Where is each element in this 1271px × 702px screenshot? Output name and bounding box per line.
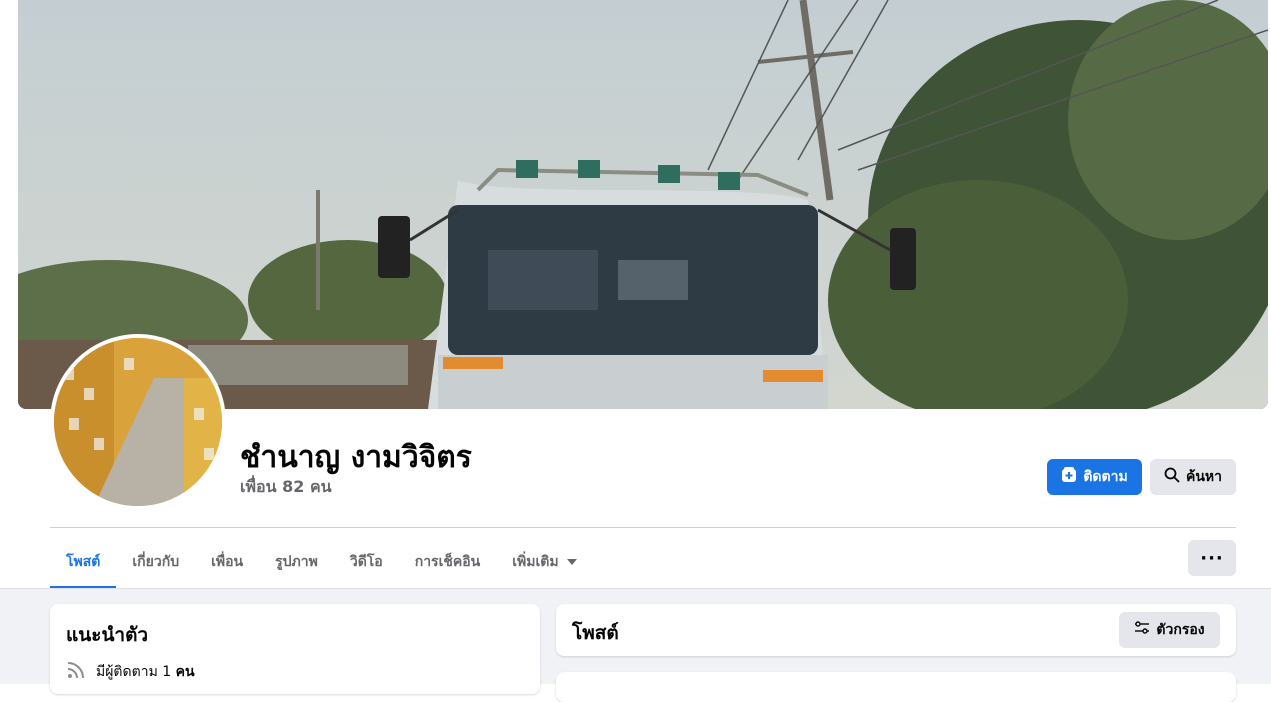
profile-tabs: โพสต์ เกี่ยวกับ เพื่อน รูปภาพ วิดีโอ การ… [50, 536, 593, 589]
more-options-button[interactable]: ··· [1188, 540, 1236, 576]
profile-avatar[interactable] [50, 334, 226, 510]
tab-checkins[interactable]: การเช็คอิน [399, 536, 497, 588]
posts-title: โพสต์ [572, 622, 619, 644]
followers-suffix: คน [175, 664, 195, 680]
tab-photos[interactable]: รูปภาพ [259, 536, 334, 588]
follow-add-icon [1061, 467, 1077, 487]
search-button[interactable]: ค้นหา [1150, 459, 1236, 495]
followers-row: มีผู้ติดตาม 1 คน [66, 660, 195, 684]
tab-label: เพื่อน [211, 554, 244, 570]
header-divider [50, 527, 1236, 528]
filter-button[interactable]: ตัวกรอง [1119, 612, 1220, 648]
caret-down-icon [566, 559, 577, 565]
filter-button-label: ตัวกรอง [1156, 622, 1205, 638]
intro-card: แนะนำตัว มีผู้ติดตาม 1 คน [50, 604, 540, 694]
post-card [556, 672, 1236, 702]
search-button-label: ค้นหา [1185, 469, 1223, 485]
tab-label: โพสต์ [66, 554, 101, 570]
tab-videos[interactable]: วิดีโอ [334, 536, 399, 588]
tab-label: วิดีโอ [349, 554, 383, 570]
follow-button[interactable]: ติดตาม [1047, 459, 1142, 495]
posts-header-card: โพสต์ ตัวกรอง [556, 604, 1236, 656]
search-icon [1164, 467, 1180, 487]
profile-name: ชำนาญ งามวิจิตร [240, 440, 472, 475]
tab-label: รูปภาพ [275, 554, 318, 570]
followers-prefix: มีผู้ติดตาม 1 [96, 664, 176, 680]
intro-title: แนะนำตัว [66, 624, 149, 646]
follow-button-label: ติดตาม [1083, 469, 1128, 485]
tab-posts[interactable]: โพสต์ [50, 536, 117, 589]
tab-friends[interactable]: เพื่อน [195, 536, 259, 588]
cover-illustration [18, 0, 1268, 409]
ellipsis-icon: ··· [1200, 547, 1224, 569]
rss-icon [66, 660, 86, 684]
tab-about[interactable]: เกี่ยวกับ [116, 536, 195, 588]
tab-label: เพิ่มเติม [512, 554, 559, 570]
tab-label: การเช็คอิน [414, 554, 481, 570]
sliders-icon [1134, 620, 1150, 640]
tab-more[interactable]: เพิ่มเติม [496, 536, 592, 588]
avatar-image [54, 338, 222, 506]
friends-count-link[interactable]: เพื่อน 82 คน [240, 475, 332, 500]
tab-label: เกี่ยวกับ [132, 554, 180, 570]
followers-link[interactable]: มีผู้ติดตาม 1 คน [96, 661, 195, 683]
cover-photo[interactable] [18, 0, 1268, 409]
